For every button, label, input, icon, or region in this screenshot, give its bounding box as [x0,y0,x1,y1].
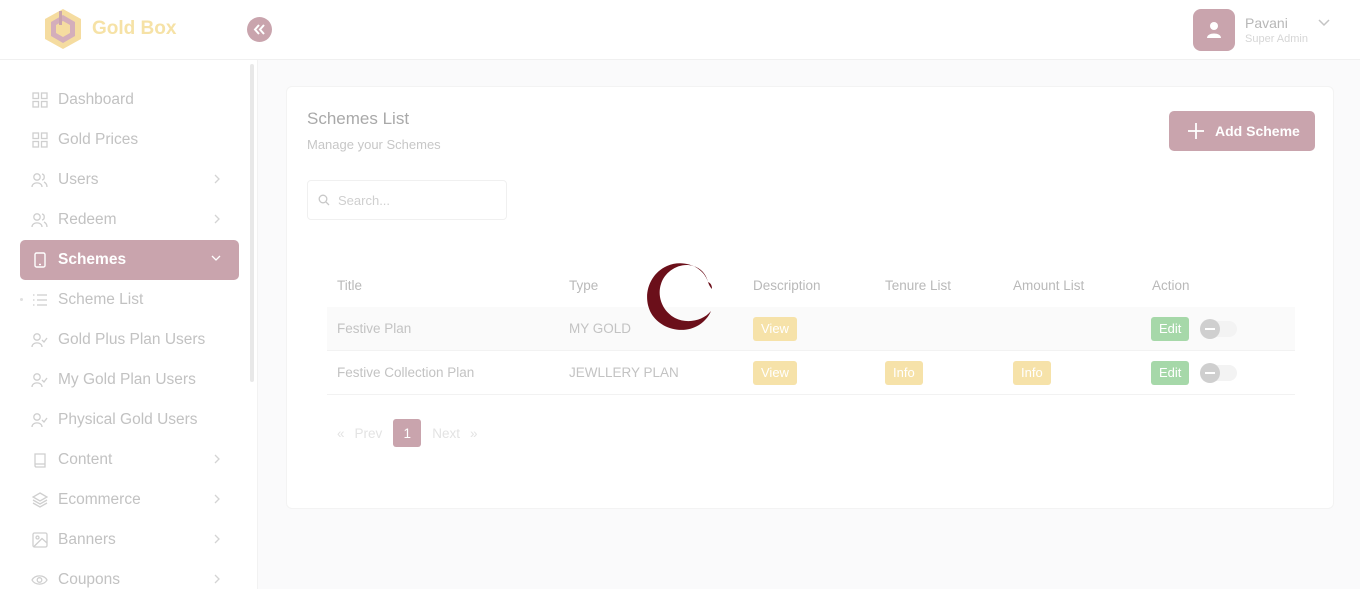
grid-icon [31,92,48,109]
add-scheme-label: Add Scheme [1215,123,1300,139]
status-toggle[interactable] [1200,363,1237,383]
chevron-down-icon [1318,19,1330,27]
next-arrow-icon: » [470,425,478,441]
column-header-tenure-list[interactable]: Tenure List [885,278,951,293]
sidebar-item-label: Schemes [58,251,127,268]
search-input[interactable] [338,192,488,208]
user-menu[interactable]: Pavani Super Admin [1193,9,1330,51]
sidebar-item-label: Users [58,171,99,188]
cell-type: MY GOLD [569,321,632,336]
sidebar-item-coupons[interactable]: Coupons [20,560,239,589]
column-header-description[interactable]: Description [753,278,821,293]
collapse-sidebar-button[interactable] [247,17,272,42]
sidebar-item-ecommerce[interactable]: Ecommerce [20,480,239,520]
sidebar-item-label: Physical Gold Users [58,411,198,428]
column-header-amount-list[interactable]: Amount List [1013,278,1084,293]
chevron-right-icon [214,174,220,184]
chevron-right-icon [214,574,220,584]
column-header-action: Action [1152,278,1190,293]
user-check-icon [31,332,48,349]
sidebar-item-content[interactable]: Content [20,440,239,480]
sidebar-item-dashboard[interactable]: Dashboard [20,80,239,120]
grid-icon [31,132,48,149]
page-title: Schemes List [307,109,410,128]
column-header-type[interactable]: Type [569,278,598,293]
view-description-button[interactable]: View [753,317,797,341]
page-number-current[interactable]: 1 [393,419,422,447]
sidebar-item-gold-prices[interactable]: Gold Prices [20,120,239,160]
top-header: Gold Box Pavani Super Admin [0,0,1360,60]
edit-button[interactable]: Edit [1151,361,1190,385]
list-icon [31,292,48,309]
sidebar-item-label: Scheme List [58,291,144,308]
toggle-knob [1200,363,1220,383]
loading-spinner-icon [647,263,712,330]
sidebar-scrollbar[interactable] [250,64,254,382]
sidebar-item-label: Gold Prices [58,131,139,148]
table-row: Festive Collection Plan JEWLLERY PLAN Vi… [327,351,1295,395]
add-scheme-button[interactable]: Add Scheme [1169,111,1315,151]
chevron-right-icon [214,534,220,544]
pagination: « Prev 1 Next » [337,419,478,447]
sidebar-item-scheme-list[interactable]: Scheme List [20,280,239,320]
tenure-info-button[interactable]: Info [885,361,923,385]
prev-page-link[interactable]: Prev [355,426,383,441]
plus-icon [1188,123,1204,139]
user-icon [1207,22,1221,38]
sidebar-item-label: Coupons [58,571,121,588]
tablet-icon [31,252,48,269]
app-logo[interactable]: Gold Box [40,6,176,52]
gold-box-logo-icon [45,9,81,49]
search-box[interactable] [307,180,507,220]
layers-icon [31,492,48,509]
prev-arrow-icon: « [337,425,345,441]
cell-type: JEWLLERY PLAN [569,365,679,380]
sidebar-item-schemes[interactable]: Schemes [20,240,239,280]
edit-button[interactable]: Edit [1151,317,1190,341]
cell-title: Festive Plan [337,321,412,336]
sidebar-item-redeem[interactable]: Redeem [20,200,239,240]
sidebar-item-users[interactable]: Users [20,160,239,200]
search-icon [318,194,330,206]
book-icon [31,452,48,469]
sidebar-item-label: Content [58,451,113,468]
table-header: Title Type Description Tenure List Amoun… [327,267,1295,307]
table-row: Festive Plan MY GOLD View Edit [327,307,1295,351]
user-check-icon [31,372,48,389]
sidebar-item-label: Gold Plus Plan Users [58,331,206,348]
page-subtitle: Manage your Schemes [307,137,441,152]
avatar [1193,9,1235,51]
sidebar-item-banners[interactable]: Banners [20,520,239,560]
users-icon [31,212,48,229]
cell-title: Festive Collection Plan [337,365,475,380]
amount-info-button[interactable]: Info [1013,361,1051,385]
sidebar-item-label: My Gold Plan Users [58,371,196,388]
chevron-right-icon [214,494,220,504]
column-header-title[interactable]: Title [337,278,362,293]
sidebar-item-label: Redeem [58,211,117,228]
status-toggle[interactable] [1200,319,1237,339]
sidebar-item-physical-gold-users[interactable]: Physical Gold Users [20,400,239,440]
schemes-card: Schemes List Manage your Schemes Add Sch… [286,86,1334,509]
chevron-right-icon [214,454,220,464]
next-page-link[interactable]: Next [432,426,460,441]
sidebar-item-my-gold-plan-users[interactable]: My Gold Plan Users [20,360,239,400]
chevron-right-icon [214,214,220,224]
sidebar-item-gold-plus-plan-users[interactable]: Gold Plus Plan Users [20,320,239,360]
user-check-icon [31,412,48,429]
double-chevron-left-icon [253,24,265,35]
image-icon [31,532,48,549]
toggle-knob [1200,319,1220,339]
chevron-down-icon [211,255,221,261]
users-icon [31,172,48,189]
sidebar-item-label: Ecommerce [58,491,141,508]
app-name: Gold Box [92,18,177,39]
user-role: Super Admin [1245,33,1308,45]
user-name: Pavani [1245,15,1288,31]
eye-icon [31,572,48,589]
view-description-button[interactable]: View [753,361,797,385]
sidebar-item-label: Dashboard [58,91,134,108]
sidebar-item-label: Banners [58,531,116,548]
